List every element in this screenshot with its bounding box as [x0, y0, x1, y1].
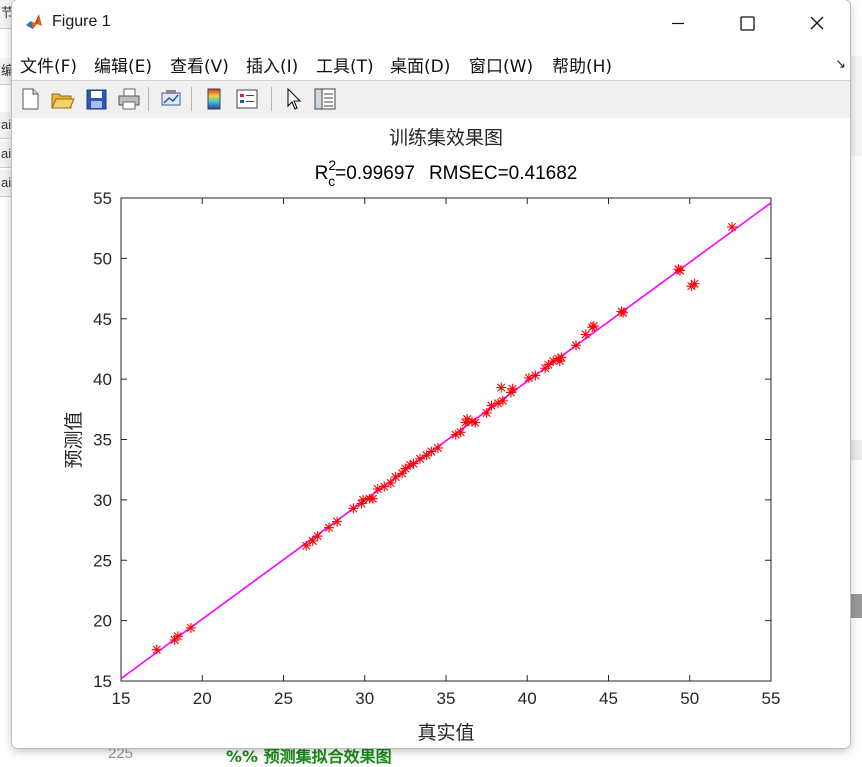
menu-window[interactable]: 窗口(W) [469, 52, 533, 77]
x-tick-label: 30 [355, 689, 374, 708]
toolbar-separator [271, 87, 272, 111]
axes-box [120, 197, 772, 682]
menu-view[interactable]: 查看(V) [170, 52, 229, 77]
toolbar-separator [191, 87, 192, 111]
x-axis-label: 真实值 [417, 722, 474, 744]
chart-svg: 15 20 25 30 35 40 45 50 55 15 20 25 30 35 40 45 50 55 训练集… [63, 127, 781, 744]
window-title: Figure 1 [52, 13, 111, 30]
y-tick-label: 45 [93, 310, 112, 329]
data-point [172, 631, 183, 642]
close-button[interactable] [794, 0, 840, 46]
data-point [185, 622, 196, 633]
data-point [455, 427, 466, 438]
toolbar-separator [148, 87, 149, 111]
x-tick-label: 50 [680, 689, 699, 708]
y-axis-label: 预测值 [63, 411, 85, 468]
new-file-icon[interactable] [17, 85, 43, 113]
y-tick-label: 50 [93, 249, 112, 268]
data-point [481, 407, 492, 418]
data-point [506, 387, 516, 398]
data-point [530, 370, 541, 381]
menu-help[interactable]: 帮助(H) [552, 52, 612, 77]
data-point [571, 340, 581, 351]
data-point [432, 442, 443, 453]
bg-scrollbar[interactable] [850, 594, 862, 618]
menu-file[interactable]: 文件(F) [20, 52, 77, 77]
maximize-button[interactable] [724, 0, 770, 46]
x-tick-label: 20 [193, 689, 212, 708]
y-tick-label: 25 [93, 551, 112, 570]
dock-arrow-icon[interactable]: ↘ [835, 56, 846, 72]
menu-insert[interactable]: 插入(I) [246, 52, 298, 77]
y-tick-label: 20 [93, 612, 112, 631]
y-tick-label: 55 [93, 189, 112, 208]
matlab-icon [24, 12, 44, 32]
data-point [408, 458, 419, 469]
legend-icon[interactable] [234, 85, 260, 113]
data-point [470, 417, 481, 428]
title-bar[interactable]: Figure 1 [12, 0, 850, 46]
r-base: R [315, 163, 329, 184]
menu-bar: 文件(F) 编辑(E) 查看(V) 插入(I) 工具(T) 桌面(D) 窗口(W… [12, 46, 850, 79]
data-point [689, 278, 700, 289]
data-point [588, 320, 599, 331]
bg-right-panel [850, 56, 862, 156]
data-point [497, 395, 508, 406]
data-point [675, 265, 685, 276]
data-point [367, 493, 378, 504]
data-point [618, 307, 629, 318]
figure-window: Figure 1 文件(F) 编辑(E) 查看(V) 插入(I) 工具(T) 桌… [12, 0, 850, 748]
rmsec-value: RMSEC=0.41682 [429, 163, 577, 184]
x-tick-label: 55 [762, 689, 781, 708]
data-point [151, 644, 162, 655]
minimize-button[interactable] [655, 0, 701, 46]
y-tick-label: 40 [93, 370, 112, 389]
save-icon[interactable] [83, 85, 109, 113]
colorbar-icon[interactable] [201, 85, 227, 113]
y-tick-label: 15 [93, 672, 112, 691]
r-subscript: c [328, 173, 335, 189]
chart-title: 训练集效果图 [389, 127, 503, 149]
x-tick-label: 35 [437, 689, 456, 708]
print-icon[interactable] [116, 85, 142, 113]
property-inspector-icon[interactable] [312, 85, 338, 113]
menu-edit[interactable]: 编辑(E) [94, 52, 152, 77]
open-folder-icon[interactable] [49, 85, 75, 113]
menu-tools[interactable]: 工具(T) [316, 52, 374, 77]
toolbar [12, 80, 850, 119]
r-value: =0.99697 [335, 163, 415, 184]
data-point [554, 356, 565, 367]
x-tick-label: 15 [112, 689, 131, 708]
data-point [348, 503, 359, 514]
x-tick-label: 40 [518, 689, 537, 708]
data-point [312, 531, 323, 542]
data-point [324, 522, 334, 533]
figure-canvas[interactable]: 15 20 25 30 35 40 45 50 55 15 20 25 30 35 40 45 50 55 训练集… [12, 118, 850, 748]
data-point [385, 477, 396, 488]
cursor-icon[interactable] [280, 85, 306, 113]
data-point [301, 540, 312, 551]
menu-desktop[interactable]: 桌面(D) [390, 52, 450, 77]
x-tick-label: 45 [599, 689, 618, 708]
chart-subtitle: R2 c=0.99697 RMSEC=0.41682 [315, 157, 578, 189]
data-point [727, 221, 737, 232]
data-point [332, 516, 343, 527]
x-tick-label: 25 [274, 689, 293, 708]
bg-right-panel [850, 440, 862, 460]
link-plot-icon[interactable] [158, 85, 184, 113]
y-tick-label: 30 [93, 491, 112, 510]
y-tick-label: 35 [93, 431, 112, 450]
data-point [496, 382, 507, 393]
